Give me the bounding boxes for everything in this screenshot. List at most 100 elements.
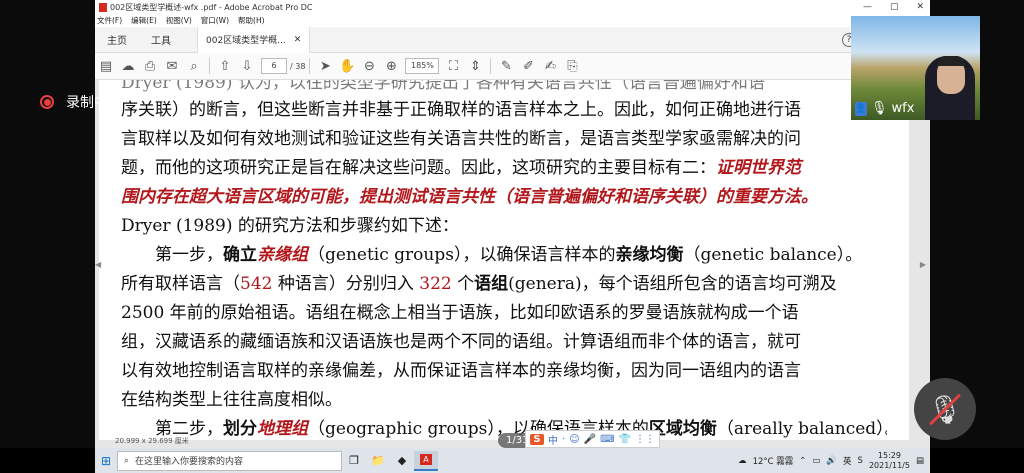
weather-icon[interactable]: ☁: [738, 456, 747, 466]
webcam-preview[interactable]: 👤 🎙 wfx: [851, 16, 980, 120]
task-view-icon[interactable]: ❐: [342, 451, 366, 471]
scroll-mode-icon[interactable]: ⇕: [464, 56, 486, 76]
file-explorer-icon[interactable]: 📁: [366, 451, 390, 471]
language-indicator[interactable]: 英: [843, 455, 852, 467]
taskbar: ⊞ ⌕ 在这里输入你要搜索的内容 ❐ 📁 ◆ A ☁ 12°C 霧霧 ⌃ ▭ 🔊…: [95, 448, 930, 473]
clock[interactable]: 15:29 2021/11/5: [869, 451, 910, 471]
save-icon[interactable]: ▤: [95, 56, 117, 76]
taskbar-search-placeholder: 在这里输入你要搜索的内容: [135, 457, 244, 467]
page-size-label: 20.999 x 29.699 厘米: [115, 437, 189, 445]
text-segment: 语组: [474, 274, 509, 294]
select-cursor-icon[interactable]: ➤: [314, 56, 336, 76]
text-line: 序关联）的断言，但这些断言并非基于正确取样的语言样本之上。因此，如何正确地进行语: [121, 96, 887, 125]
text-line: 围内存在超大语言区域的可能，提出测试语言共性（语言普遍偏好和语序关联）的重要方法…: [121, 183, 887, 212]
share-icon[interactable]: ⎘: [561, 56, 583, 76]
windows-start-icon[interactable]: ⊞: [95, 454, 117, 468]
acrobat-taskbar-icon[interactable]: A: [414, 450, 438, 471]
maximize-button[interactable]: ▢: [890, 2, 899, 12]
sign-icon[interactable]: ✍: [539, 56, 561, 76]
text-segment: 题，而他的这项研究正是旨在解决这些问题。因此，这项研究的主要目标有二：: [121, 158, 716, 178]
text-segment: 在结构类型上往往高度相似。: [121, 390, 342, 410]
keyboard-icon[interactable]: ⌨: [600, 434, 614, 445]
page-number-input[interactable]: 6: [261, 58, 287, 74]
menu-view[interactable]: 视图(V): [166, 15, 192, 26]
text-segment: 亲缘均衡: [615, 245, 684, 265]
text-segment: 第一步，: [155, 245, 223, 265]
recording-indicator[interactable]: 录制中: [40, 92, 108, 112]
tab-tools[interactable]: 工具: [139, 32, 183, 47]
mail-icon[interactable]: ✉: [161, 56, 183, 76]
text-line: 言取样以及如何有效地测试和验证这些有关语言共性的断言，是语言类型学家亟需解决的问: [121, 125, 887, 154]
voice-input-icon[interactable]: 🎤: [584, 434, 596, 445]
search-icon[interactable]: ⌕: [183, 56, 205, 76]
text-segment: 证明世界范: [716, 158, 801, 178]
text-line: 以有效地控制语言取样的亲缘偏差，从而保证语言样本的亲缘均衡，因为同一语组内的语言: [121, 357, 887, 386]
text-segment: 种语言）分别归入: [272, 274, 420, 294]
ime-punct-toggle[interactable]: ·: [562, 434, 565, 445]
text-segment: Dryer (1989) 的研究方法和步骤约如下述：: [121, 216, 459, 236]
close-button[interactable]: ✕: [916, 2, 924, 12]
fit-page-icon[interactable]: ⛶: [442, 56, 464, 76]
microphone-icon: 🎙: [927, 392, 963, 426]
pdf-icon: A: [420, 454, 432, 465]
notification-icon[interactable]: ▤: [916, 456, 924, 466]
print-icon[interactable]: ⎙: [139, 56, 161, 76]
taskbar-search[interactable]: ⌕ 在这里输入你要搜索的内容: [117, 450, 342, 471]
ime-tray-icon[interactable]: S: [858, 456, 863, 466]
sogou-icon[interactable]: S: [530, 433, 544, 445]
app-icon[interactable]: ◆: [390, 451, 414, 471]
text-line: 第一步，确立亲缘组（genetic groups），以确保语言样本的亲缘均衡（g…: [121, 241, 887, 270]
text-segment: (genera)，每个语组所包含的语言均可溯及: [508, 274, 837, 294]
next-page-icon[interactable]: ⇩: [236, 56, 258, 76]
recording-label: 录制中: [66, 95, 108, 111]
system-tray: ☁ 12°C 霧霧 ⌃ ▭ 🔊 英 S 15:29 2021/11/5 ▤: [738, 451, 930, 471]
window-title: 002区域类型学概述-wfx .pdf - Adobe Acrobat Pro …: [110, 2, 313, 12]
document-area[interactable]: Dryer (1989) 认为，以往的类型学研究提出了各种有关语言共性（语言普遍…: [95, 80, 930, 448]
highlight-icon[interactable]: ✐: [517, 56, 539, 76]
zoom-select[interactable]: 185%: [405, 58, 440, 74]
tab-document[interactable]: 002区域类型学概... ✕: [197, 26, 311, 53]
text-line: 在结构类型上往往高度相似。: [121, 386, 887, 415]
emoji-icon[interactable]: ☺: [569, 434, 579, 445]
zoom-out-icon[interactable]: ⊖: [358, 56, 380, 76]
hand-tool-icon[interactable]: ✋: [336, 56, 358, 76]
tray-expand-icon[interactable]: ⌃: [799, 456, 806, 466]
text-segment: 以有效地控制语言取样的亲缘偏差，从而保证语言样本的亲缘均衡，因为同一语组内的语言: [121, 361, 801, 381]
menu-edit[interactable]: 编辑(E): [131, 15, 157, 26]
minimize-button[interactable]: —: [863, 2, 872, 12]
upload-icon[interactable]: ☁: [117, 56, 139, 76]
tab-bar: 主页 工具 002区域类型学概... ✕ ?: [95, 26, 930, 53]
text-segment: 所有取样语言（: [121, 274, 240, 294]
partial-top-line: Dryer (1989) 认为，以往的类型学研究提出了各种有关语言共性（语言普遍…: [121, 80, 765, 93]
ime-lang-toggle[interactable]: 中: [548, 432, 558, 447]
tab-document-label: 002区域类型学概...: [206, 36, 286, 46]
close-tab-icon[interactable]: ✕: [294, 35, 302, 45]
comment-icon[interactable]: ✎: [495, 56, 517, 76]
weather-text[interactable]: 12°C 霧霧: [753, 455, 794, 467]
acrobat-window: 002区域类型学概述-wfx .pdf - Adobe Acrobat Pro …: [95, 0, 930, 448]
scroll-right-icon[interactable]: ▶: [920, 260, 926, 269]
volume-icon[interactable]: 🔊: [826, 456, 837, 466]
text-segment: （genetic groups），以确保语言样本的: [308, 245, 616, 265]
menu-file[interactable]: 文件(F): [97, 15, 122, 26]
text-segment: 序关联）的断言，但这些断言并非基于正确取样的语言样本之上。因此，如何正确地进行语: [121, 100, 801, 120]
prev-page-icon[interactable]: ⇧: [214, 56, 236, 76]
tab-home[interactable]: 主页: [95, 32, 139, 47]
network-icon[interactable]: ▭: [812, 456, 820, 466]
mute-mic-button[interactable]: 🎙: [914, 378, 976, 440]
page-total: / 38: [290, 61, 306, 71]
text-segment: 322: [419, 274, 452, 294]
scroll-left-icon[interactable]: ◀: [95, 260, 101, 269]
text-segment: 亲缘组: [257, 245, 308, 265]
zoom-in-icon[interactable]: ⊕: [380, 56, 402, 76]
ime-toolbar[interactable]: S 中 · ☺ 🎤 ⌨ 👕 ⋮⋮: [525, 430, 660, 448]
user-icon: 👤: [855, 101, 867, 116]
clock-time: 15:29: [877, 450, 901, 460]
text-segment: 个: [451, 274, 475, 294]
left-letterbox: [0, 0, 95, 448]
skin-icon[interactable]: 👕: [619, 434, 631, 445]
text-segment: （genetic balance）。: [683, 245, 863, 265]
menu-help[interactable]: 帮助(H): [238, 15, 265, 26]
menu-window[interactable]: 窗口(W): [201, 15, 229, 26]
ime-menu-icon[interactable]: ⋮⋮: [635, 434, 655, 445]
